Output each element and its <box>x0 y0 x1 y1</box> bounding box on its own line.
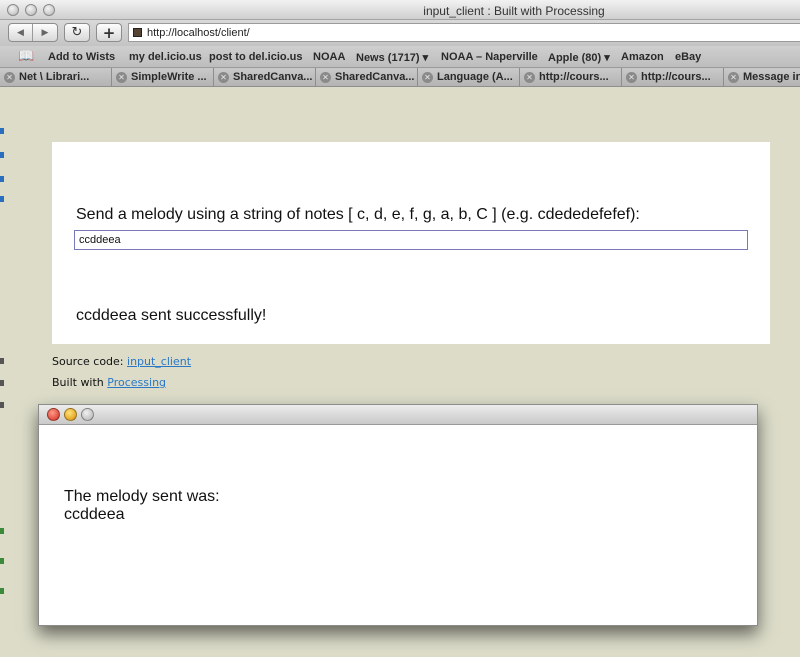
minimize-window-button[interactable] <box>64 408 77 421</box>
zoom-window-button[interactable] <box>81 408 94 421</box>
back-button[interactable]: ◀ <box>9 24 33 41</box>
melody-input[interactable] <box>74 230 748 250</box>
bookmark-item[interactable]: Apple (80) ▾ <box>548 51 610 64</box>
browser-toolbar: ◀ ▶ ↻ + http://localhost/client/ <box>0 20 800 46</box>
tab-bar: ✕ Net \ Librari... ✕ SimpleWrite ... ✕ Shar… <box>0 68 800 87</box>
favicon-icon <box>133 28 142 37</box>
tab[interactable]: ✕ SharedCanva... <box>214 68 316 86</box>
processing-window: The melody sent was: ccddeea <box>38 404 758 626</box>
bookmark-item[interactable]: my del.icio.us <box>129 51 202 63</box>
built-with-label: Built with <box>52 376 108 389</box>
back-arrow-icon: ◀ <box>17 27 24 38</box>
close-tab-icon[interactable]: ✕ <box>728 71 739 83</box>
bookmark-item[interactable]: eBay <box>675 51 701 63</box>
bookmark-item[interactable]: NOAA – Naperville <box>441 51 538 63</box>
add-bookmark-button[interactable]: + <box>96 23 122 42</box>
source-code-link[interactable]: input_client <box>127 355 191 368</box>
open-book-icon[interactable]: 📖 <box>18 49 34 64</box>
close-tab-icon[interactable]: ✕ <box>320 71 331 83</box>
address-bar[interactable]: http://localhost/client/ <box>128 23 800 42</box>
tab[interactable]: ✕ http://cours... <box>520 68 622 86</box>
processing-link[interactable]: Processing <box>107 376 166 389</box>
navigation-buttons: ◀ ▶ <box>8 23 58 42</box>
close-tab-icon[interactable]: ✕ <box>626 71 637 83</box>
close-tab-icon[interactable]: ✕ <box>218 71 229 83</box>
close-tab-icon[interactable]: ✕ <box>116 71 127 83</box>
melody-output: The melody sent was: ccddeea <box>64 488 220 524</box>
processing-applet: Send a melody using a string of notes [ … <box>52 142 770 344</box>
plus-icon: + <box>102 23 116 42</box>
left-edge-artifacts <box>0 88 5 648</box>
bookmark-item[interactable]: Add to Wists <box>48 51 115 63</box>
melody-output-label: The melody sent was: <box>64 488 220 505</box>
source-code-line: Source code: input_client <box>52 355 191 368</box>
bookmarks-bar: 📖 Add to Wists my del.icio.us post to de… <box>0 46 800 68</box>
reload-button[interactable]: ↻ <box>64 23 90 42</box>
source-code-label: Source code: <box>52 355 128 368</box>
bookmark-item[interactable]: News (1717) ▾ <box>356 51 428 64</box>
forward-arrow-icon: ▶ <box>41 27 49 38</box>
send-status: ccddeea sent successfully! <box>76 307 267 324</box>
bookmark-item[interactable]: Amazon <box>621 51 664 63</box>
tab[interactable]: ✕ Language (A... <box>418 68 520 86</box>
close-tab-icon[interactable]: ✕ <box>524 71 535 83</box>
tab[interactable]: ✕ SimpleWrite ... <box>112 68 214 86</box>
url-text: http://localhost/client/ <box>147 26 250 39</box>
close-tab-icon[interactable]: ✕ <box>422 71 433 83</box>
melody-prompt: Send a melody using a string of notes [ … <box>76 206 640 223</box>
close-window-button[interactable] <box>47 408 60 421</box>
window-title: input_client : Built with Processing <box>423 4 605 18</box>
tab[interactable]: ✕ http://cours... <box>622 68 724 86</box>
bookmark-item[interactable]: post to del.icio.us <box>209 51 303 63</box>
processing-window-titlebar <box>39 405 757 425</box>
tab[interactable]: ✕ SharedCanva... <box>316 68 418 86</box>
tab[interactable]: ✕ Message in <box>724 68 800 86</box>
bookmark-item[interactable]: NOAA <box>313 51 345 63</box>
close-tab-icon[interactable]: ✕ <box>4 71 15 83</box>
reload-icon: ↻ <box>71 25 83 40</box>
forward-button[interactable]: ▶ <box>33 24 57 41</box>
built-with-line: Built with Processing <box>52 376 166 389</box>
melody-output-value: ccddeea <box>64 506 125 523</box>
window-titlebar: input_client : Built with Processing <box>0 0 800 20</box>
tab[interactable]: ✕ Net \ Librari... <box>0 68 112 86</box>
